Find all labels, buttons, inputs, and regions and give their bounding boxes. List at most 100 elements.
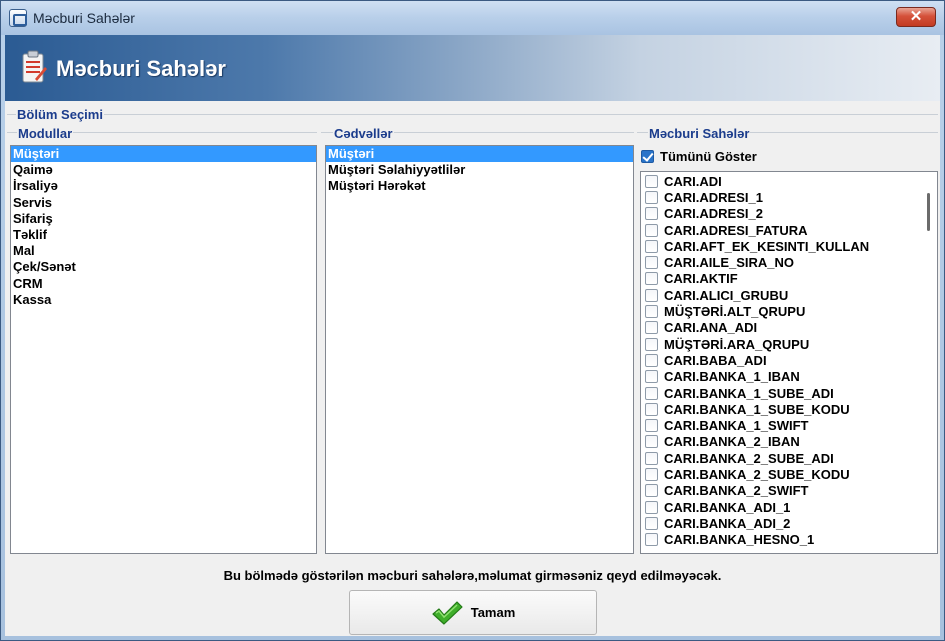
field-label: CARI.BANKA_HESNO_1: [664, 532, 815, 548]
checkbox-icon[interactable]: [645, 174, 658, 188]
header-banner: Məcburi Sahələr: [5, 35, 940, 101]
checkbox-icon[interactable]: [645, 467, 658, 481]
checkbox-icon[interactable]: [645, 321, 658, 335]
field-checkbox-row[interactable]: CARI.BANKA_1_IBAN: [641, 369, 937, 385]
table-list-item[interactable]: Müştəri: [326, 146, 633, 163]
tables-listbox[interactable]: Müştəri Müştəri Səlahiyyətlilər Müştəri Hə…: [325, 145, 634, 554]
checkbox-icon[interactable]: [641, 150, 654, 163]
module-list-item[interactable]: İrsaliyə: [11, 178, 316, 194]
field-checkbox-row[interactable]: CARI.AKTIF: [641, 271, 937, 287]
field-checkbox-row[interactable]: CARI.ADRESI_2: [641, 206, 937, 222]
field-label: CARI.ADRESI_FATURA: [664, 222, 808, 238]
checkbox-icon[interactable]: [645, 272, 658, 286]
field-label: CARI.BANKA_1_SUBE_KODU: [664, 401, 850, 417]
module-list-item[interactable]: Təklif: [11, 227, 316, 243]
checkbox-icon[interactable]: [645, 288, 658, 302]
scrollbar-thumb[interactable]: [927, 193, 930, 231]
checkbox-icon[interactable]: [645, 533, 658, 547]
dialog-window: Məcburi Sahələr ✕ Məcburi Sahələr Bölüm …: [0, 0, 945, 641]
field-checkbox-row[interactable]: CARI.ALICI_GRUBU: [641, 287, 937, 303]
window-title: Məcburi Sahələr: [33, 10, 135, 26]
field-label: CARI.BANKA_1_IBAN: [664, 369, 800, 385]
module-list-item[interactable]: Çek/Sənət: [11, 259, 316, 275]
close-button[interactable]: ✕: [896, 7, 936, 27]
module-list-item[interactable]: Servis: [11, 195, 316, 211]
field-checkbox-row[interactable]: CARI.ANA_ADI: [641, 320, 937, 336]
checkbox-icon[interactable]: [645, 435, 658, 449]
field-checkbox-row[interactable]: CARI.AFT_EK_KESINTI_KULLAN: [641, 238, 937, 254]
field-checkbox-row[interactable]: CARI.BANKA_2_SUBE_ADI: [641, 450, 937, 466]
selection-section-label: Bölüm Seçimi: [16, 107, 104, 122]
field-checkbox-row[interactable]: CARI.BANKA_2_SUBE_KODU: [641, 466, 937, 482]
fields-scrollbar[interactable]: [922, 173, 936, 552]
checkbox-icon[interactable]: [645, 370, 658, 384]
field-label: CARI.BANKA_ADI_1: [664, 499, 791, 515]
field-checkbox-row[interactable]: CARI.BANKA_1_SUBE_ADI: [641, 385, 937, 401]
field-label: CARI.BANKA_2_IBAN: [664, 434, 800, 450]
field-label: CARI.ANA_ADI: [664, 320, 758, 336]
field-label: CARI.BANKA_1_SWIFT: [664, 418, 809, 434]
ok-button-label: Tamam: [470, 605, 516, 620]
checkbox-icon[interactable]: [645, 484, 658, 498]
field-label: CARI.ADRESI_1: [664, 189, 763, 205]
clipboard-icon: [22, 50, 47, 83]
field-checkbox-row[interactable]: CARI.BANKA_ADI_2: [641, 515, 937, 531]
checkbox-icon[interactable]: [645, 190, 658, 204]
checkbox-icon[interactable]: [645, 451, 658, 465]
field-checkbox-row[interactable]: CARI.AILE_SIRA_NO: [641, 254, 937, 270]
fields-checklist[interactable]: CARI.ADI CARI.ADRESI_1 CARI.ADRESI_2 CARI.A…: [640, 171, 938, 554]
field-checkbox-row[interactable]: CARI.BANKA_1_SUBE_KODU: [641, 401, 937, 417]
field-checkbox-row[interactable]: CARI.ADRESI_1: [641, 189, 937, 205]
field-label: CARI.BANKA_ADI_2: [664, 515, 791, 531]
section-divider: [7, 114, 938, 115]
checkbox-icon[interactable]: [645, 207, 658, 221]
field-label: CARI.BANKA_1_SUBE_ADI: [664, 385, 834, 401]
table-list-item[interactable]: Müştəri Hərəkət: [326, 178, 633, 194]
field-checkbox-row[interactable]: CARI.BANKA_1_SWIFT: [641, 417, 937, 433]
checkbox-icon[interactable]: [645, 386, 658, 400]
field-label: CARI.ALICI_GRUBU: [664, 287, 789, 303]
field-checkbox-row[interactable]: MÜŞTƏRİ.ARA_QRUPU: [641, 336, 937, 352]
field-label: CARI.AFT_EK_KESINTI_KULLAN: [664, 238, 870, 254]
field-checkbox-row[interactable]: CARI.ADI: [641, 173, 937, 189]
checkbox-icon[interactable]: [645, 516, 658, 530]
module-list-item[interactable]: Qaimə: [11, 162, 316, 178]
field-label: CARI.BABA_ADI: [664, 352, 767, 368]
checkbox-icon[interactable]: [645, 256, 658, 270]
table-list-item[interactable]: Müştəri Səlahiyyətlilər: [326, 162, 633, 178]
tables-label: Cədvəllər: [333, 126, 394, 141]
checkbox-icon[interactable]: [645, 305, 658, 319]
checkbox-icon[interactable]: [645, 239, 658, 253]
field-label: CARI.BANKA_2_SWIFT: [664, 483, 809, 499]
banner-title: Məcburi Sahələr: [56, 56, 226, 81]
required-fields-label: Məcburi Sahələr: [648, 126, 751, 141]
modules-listbox[interactable]: Müştəri Qaimə İrsaliyə Servis Sifariş Təklif M…: [10, 145, 317, 554]
module-list-item[interactable]: CRM: [11, 276, 316, 292]
checkbox-icon[interactable]: [645, 337, 658, 351]
field-checkbox-row[interactable]: CARI.BANKA_ADI_1: [641, 499, 937, 515]
ok-button[interactable]: Tamam: [349, 590, 597, 635]
field-checkbox-row[interactable]: CARI.BANKA_2_IBAN: [641, 434, 937, 450]
field-label: MÜŞTƏRİ.ALT_QRUPU: [664, 304, 806, 320]
checkbox-icon[interactable]: [645, 223, 658, 237]
field-checkbox-row[interactable]: CARI.BANKA_HESNO_1: [641, 532, 937, 548]
module-list-item[interactable]: Müştəri: [11, 146, 316, 163]
field-label: CARI.BANKA_2_SUBE_KODU: [664, 466, 850, 482]
checkbox-icon[interactable]: [645, 500, 658, 514]
module-list-item[interactable]: Mal: [11, 243, 316, 259]
field-checkbox-row[interactable]: CARI.ADRESI_FATURA: [641, 222, 937, 238]
field-checkbox-row[interactable]: CARI.BANKA_2_SWIFT: [641, 483, 937, 499]
field-label: CARI.ADI: [664, 173, 722, 189]
field-label: CARI.AKTIF: [664, 271, 738, 287]
checkbox-icon[interactable]: [645, 353, 658, 367]
client-area: Məcburi Sahələr Bölüm Seçimi Modullar Mü…: [5, 35, 940, 636]
checkbox-icon[interactable]: [645, 402, 658, 416]
checkbox-icon[interactable]: [645, 419, 658, 433]
title-bar[interactable]: Məcburi Sahələr ✕: [1, 1, 944, 35]
field-checkbox-row[interactable]: CARI.BABA_ADI: [641, 352, 937, 368]
app-icon: [9, 9, 27, 27]
field-checkbox-row[interactable]: MÜŞTƏRİ.ALT_QRUPU: [641, 303, 937, 319]
module-list-item[interactable]: Kassa: [11, 292, 316, 308]
show-all-checkbox[interactable]: Tümünü Göster: [641, 149, 757, 164]
module-list-item[interactable]: Sifariş: [11, 211, 316, 227]
